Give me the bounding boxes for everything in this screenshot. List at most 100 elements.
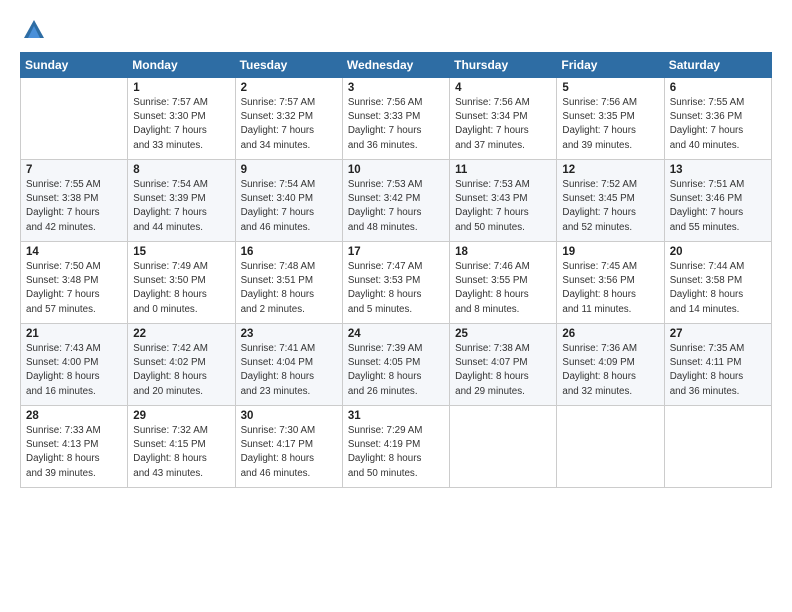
day-info: Sunrise: 7:46 AM Sunset: 3:55 PM Dayligh… [455,260,551,317]
day-number: 15 [133,246,229,258]
calendar-cell: 24 Sunrise: 7:39 AM Sunset: 4:05 PM Dayli… [342,324,449,406]
calendar-cell: 3 Sunrise: 7:56 AM Sunset: 3:33 PM Daylig… [342,78,449,160]
calendar-cell [664,406,771,488]
weekday-header: Monday [128,53,235,78]
calendar-cell: 23 Sunrise: 7:41 AM Sunset: 4:04 PM Dayli… [235,324,342,406]
day-info: Sunrise: 7:55 AM Sunset: 3:36 PM Dayligh… [670,96,766,153]
calendar-week-row: 7 Sunrise: 7:55 AM Sunset: 3:38 PM Daylig… [21,160,772,242]
day-number: 21 [26,328,122,340]
day-info: Sunrise: 7:42 AM Sunset: 4:02 PM Dayligh… [133,342,229,399]
day-number: 30 [241,410,337,422]
calendar-cell [557,406,664,488]
day-number: 24 [348,328,444,340]
weekday-header: Wednesday [342,53,449,78]
day-info: Sunrise: 7:44 AM Sunset: 3:58 PM Dayligh… [670,260,766,317]
calendar-cell: 22Sunrise: 7:42 AM Sunset: 4:02 PM Dayli… [128,324,235,406]
day-info: Sunrise: 7:30 AM Sunset: 4:17 PM Dayligh… [241,424,337,481]
calendar-cell: 17 Sunrise: 7:47 AM Sunset: 3:53 PM Dayli… [342,242,449,324]
day-number: 19 [562,246,658,258]
calendar-cell: 5 Sunrise: 7:56 AM Sunset: 3:35 PM Daylig… [557,78,664,160]
calendar-cell: 21 Sunrise: 7:43 AM Sunset: 4:00 PM Dayli… [21,324,128,406]
calendar-week-row: 1Sunrise: 7:57 AM Sunset: 3:30 PM Daylig… [21,78,772,160]
calendar-table: SundayMondayTuesdayWednesdayThursdayFrid… [20,52,772,488]
day-number: 14 [26,246,122,258]
calendar-cell: 10 Sunrise: 7:53 AM Sunset: 3:42 PM Dayli… [342,160,449,242]
calendar-cell: 31 Sunrise: 7:29 AM Sunset: 4:19 PM Dayli… [342,406,449,488]
calendar-cell: 12Sunrise: 7:52 AM Sunset: 3:45 PM Dayli… [557,160,664,242]
day-number: 17 [348,246,444,258]
calendar-cell: 8 Sunrise: 7:54 AM Sunset: 3:39 PM Daylig… [128,160,235,242]
day-info: Sunrise: 7:32 AM Sunset: 4:15 PM Dayligh… [133,424,229,481]
header [20,16,772,44]
day-number: 9 [241,164,337,176]
calendar-cell: 14 Sunrise: 7:50 AM Sunset: 3:48 PM Dayli… [21,242,128,324]
day-number: 31 [348,410,444,422]
day-info: Sunrise: 7:57 AM Sunset: 3:32 PM Dayligh… [241,96,337,153]
day-number: 4 [455,82,551,94]
day-info: Sunrise: 7:29 AM Sunset: 4:19 PM Dayligh… [348,424,444,481]
day-info: Sunrise: 7:55 AM Sunset: 3:38 PM Dayligh… [26,178,122,235]
calendar-cell: 25Sunrise: 7:38 AM Sunset: 4:07 PM Dayli… [450,324,557,406]
calendar-cell: 29 Sunrise: 7:32 AM Sunset: 4:15 PM Dayli… [128,406,235,488]
day-info: Sunrise: 7:51 AM Sunset: 3:46 PM Dayligh… [670,178,766,235]
day-info: Sunrise: 7:35 AM Sunset: 4:11 PM Dayligh… [670,342,766,399]
calendar-cell: 28 Sunrise: 7:33 AM Sunset: 4:13 PM Dayli… [21,406,128,488]
day-info: Sunrise: 7:53 AM Sunset: 3:43 PM Dayligh… [455,178,551,235]
day-info: Sunrise: 7:41 AM Sunset: 4:04 PM Dayligh… [241,342,337,399]
calendar-header-row: SundayMondayTuesdayWednesdayThursdayFrid… [21,53,772,78]
day-info: Sunrise: 7:45 AM Sunset: 3:56 PM Dayligh… [562,260,658,317]
calendar-week-row: 21 Sunrise: 7:43 AM Sunset: 4:00 PM Dayli… [21,324,772,406]
day-info: Sunrise: 7:54 AM Sunset: 3:39 PM Dayligh… [133,178,229,235]
day-number: 10 [348,164,444,176]
calendar-cell: 30 Sunrise: 7:30 AM Sunset: 4:17 PM Dayli… [235,406,342,488]
day-info: Sunrise: 7:56 AM Sunset: 3:33 PM Dayligh… [348,96,444,153]
calendar-cell: 15Sunrise: 7:49 AM Sunset: 3:50 PM Dayli… [128,242,235,324]
weekday-header: Saturday [664,53,771,78]
day-number: 1 [133,82,229,94]
calendar-cell: 20 Sunrise: 7:44 AM Sunset: 3:58 PM Dayli… [664,242,771,324]
day-info: Sunrise: 7:54 AM Sunset: 3:40 PM Dayligh… [241,178,337,235]
calendar-cell: 27 Sunrise: 7:35 AM Sunset: 4:11 PM Dayli… [664,324,771,406]
calendar-cell: 13 Sunrise: 7:51 AM Sunset: 3:46 PM Dayli… [664,160,771,242]
day-info: Sunrise: 7:48 AM Sunset: 3:51 PM Dayligh… [241,260,337,317]
day-number: 28 [26,410,122,422]
page: SundayMondayTuesdayWednesdayThursdayFrid… [0,0,792,612]
calendar-cell: 7 Sunrise: 7:55 AM Sunset: 3:38 PM Daylig… [21,160,128,242]
weekday-header: Tuesday [235,53,342,78]
calendar-cell: 1Sunrise: 7:57 AM Sunset: 3:30 PM Daylig… [128,78,235,160]
weekday-header: Sunday [21,53,128,78]
day-number: 23 [241,328,337,340]
day-number: 3 [348,82,444,94]
day-number: 8 [133,164,229,176]
day-number: 11 [455,164,551,176]
day-info: Sunrise: 7:50 AM Sunset: 3:48 PM Dayligh… [26,260,122,317]
day-number: 29 [133,410,229,422]
day-number: 13 [670,164,766,176]
calendar-cell: 16Sunrise: 7:48 AM Sunset: 3:51 PM Dayli… [235,242,342,324]
calendar-cell: 6Sunrise: 7:55 AM Sunset: 3:36 PM Daylig… [664,78,771,160]
logo-icon [20,16,48,44]
day-info: Sunrise: 7:56 AM Sunset: 3:35 PM Dayligh… [562,96,658,153]
day-info: Sunrise: 7:33 AM Sunset: 4:13 PM Dayligh… [26,424,122,481]
weekday-header: Thursday [450,53,557,78]
day-info: Sunrise: 7:39 AM Sunset: 4:05 PM Dayligh… [348,342,444,399]
calendar-cell [21,78,128,160]
day-info: Sunrise: 7:47 AM Sunset: 3:53 PM Dayligh… [348,260,444,317]
calendar-cell: 26Sunrise: 7:36 AM Sunset: 4:09 PM Dayli… [557,324,664,406]
day-number: 7 [26,164,122,176]
day-number: 2 [241,82,337,94]
calendar-cell: 18 Sunrise: 7:46 AM Sunset: 3:55 PM Dayli… [450,242,557,324]
day-info: Sunrise: 7:53 AM Sunset: 3:42 PM Dayligh… [348,178,444,235]
calendar-cell: 4Sunrise: 7:56 AM Sunset: 3:34 PM Daylig… [450,78,557,160]
calendar-week-row: 28 Sunrise: 7:33 AM Sunset: 4:13 PM Dayli… [21,406,772,488]
day-number: 27 [670,328,766,340]
calendar-cell [450,406,557,488]
weekday-header: Friday [557,53,664,78]
day-info: Sunrise: 7:52 AM Sunset: 3:45 PM Dayligh… [562,178,658,235]
day-number: 5 [562,82,658,94]
day-number: 18 [455,246,551,258]
day-info: Sunrise: 7:43 AM Sunset: 4:00 PM Dayligh… [26,342,122,399]
logo [20,16,52,44]
day-number: 26 [562,328,658,340]
day-number: 20 [670,246,766,258]
